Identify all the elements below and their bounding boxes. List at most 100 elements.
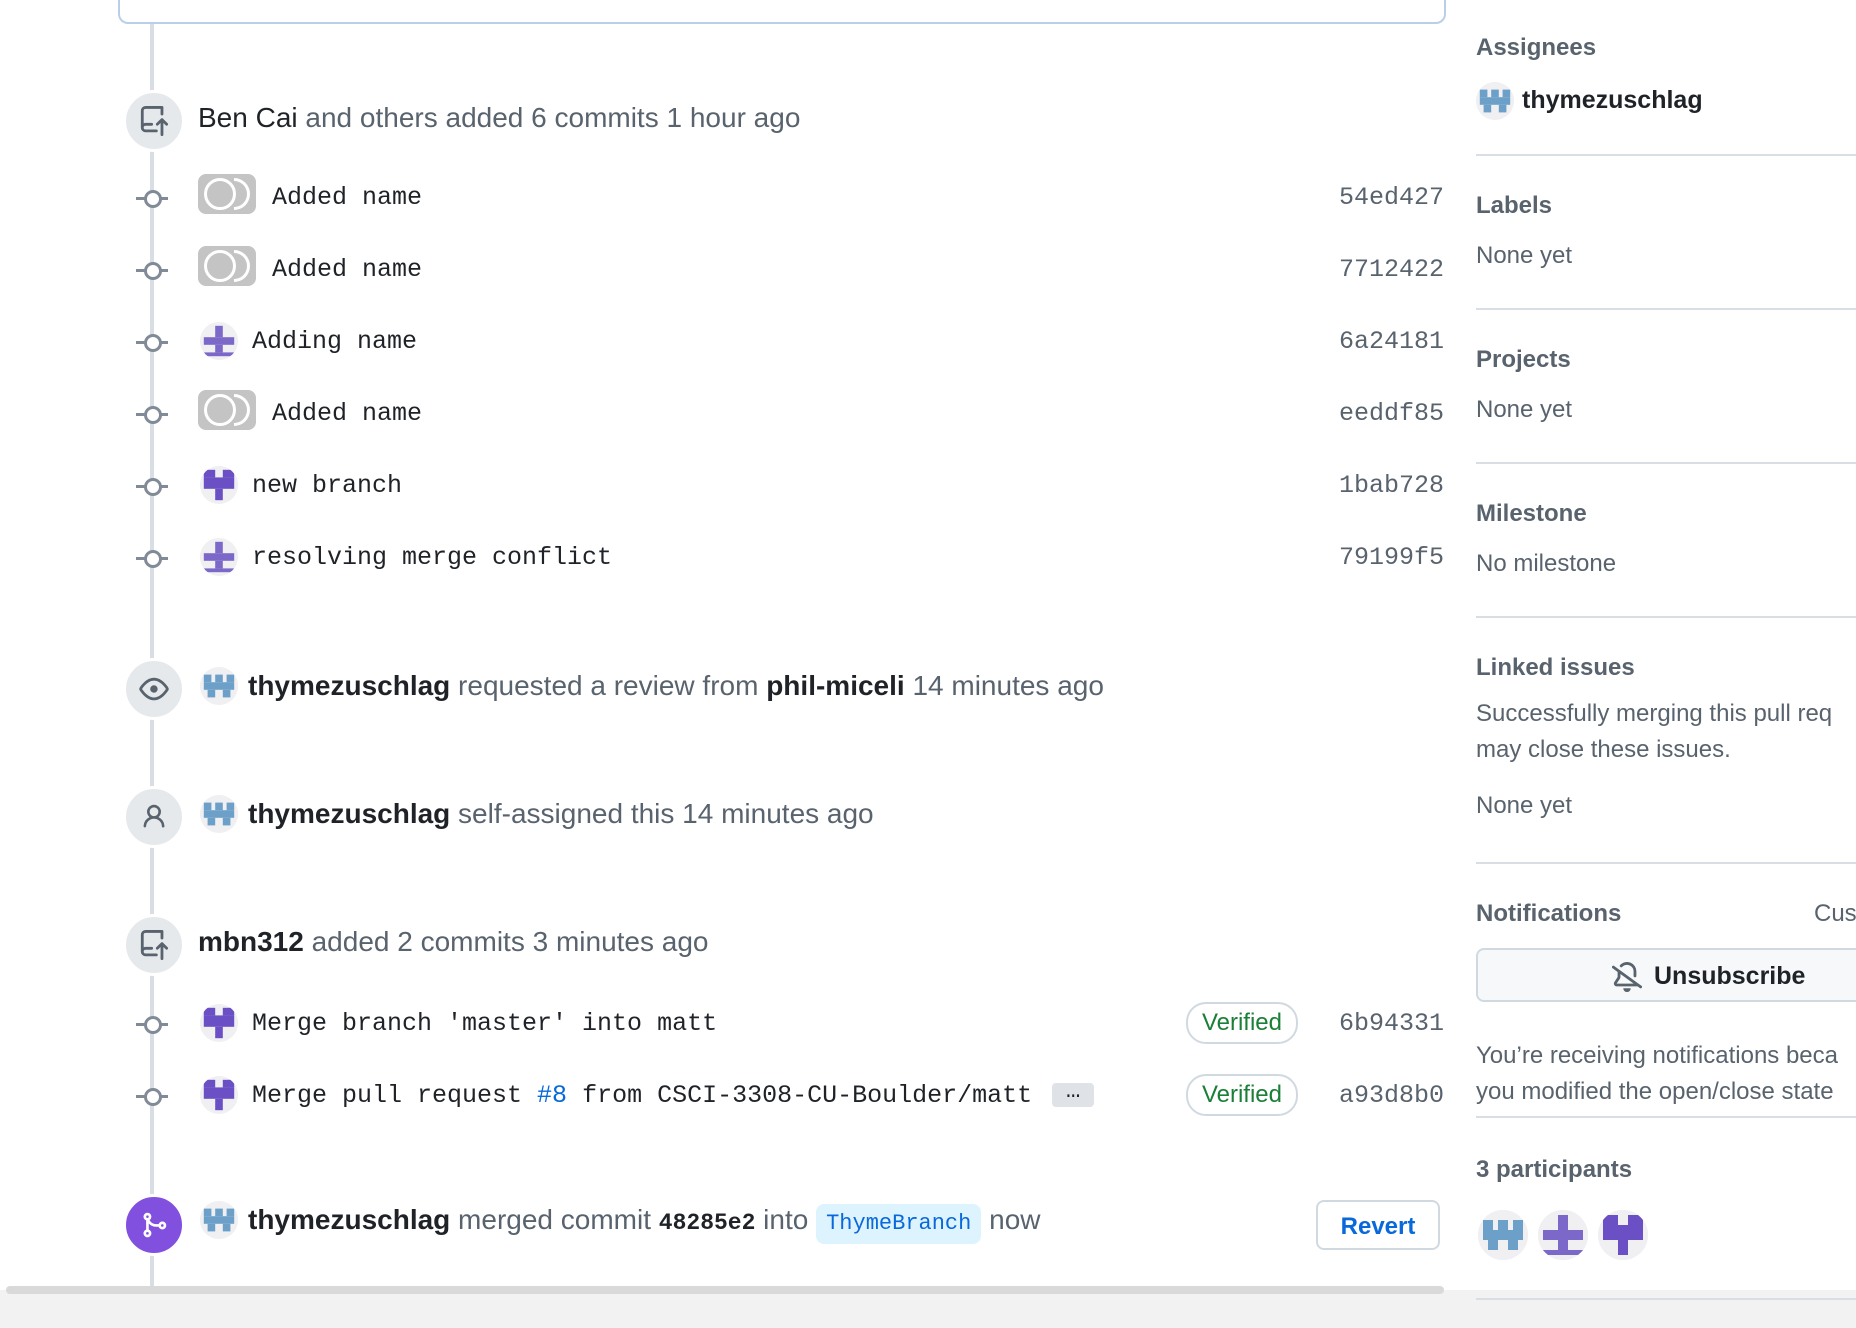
avatar[interactable]	[1476, 82, 1514, 120]
commit-node-icon	[136, 260, 168, 280]
event-description: Ben Cai and others added 6 commits 1 hou…	[198, 98, 800, 138]
sidebar: Assignees thymezuschlag Labels None yet …	[1476, 0, 1856, 1300]
event-description: mbn312 added 2 commits 3 minutes ago	[198, 922, 709, 962]
notifications-section: Notifications Cus Unsubscribe You’re rec…	[1476, 862, 1856, 1118]
commit-row: Merge branch 'master' into matt Verified…	[0, 1002, 1444, 1044]
repo-push-icon	[123, 90, 185, 152]
branch-label[interactable]: ThymeBranch	[816, 1204, 982, 1244]
avatar[interactable]	[200, 1004, 238, 1042]
commits-count: 6 commits	[531, 102, 659, 133]
participant-avatar[interactable]	[1538, 1210, 1588, 1260]
commit-message[interactable]: Added name	[272, 252, 422, 288]
commit-sha[interactable]: 1bab728	[1339, 468, 1444, 504]
commit-sha[interactable]: 6a24181	[1339, 324, 1444, 360]
avatar[interactable]	[200, 322, 238, 360]
verified-badge[interactable]: Verified	[1185, 1002, 1298, 1044]
actor-link[interactable]: mbn312	[198, 926, 304, 957]
commit-sha[interactable]: 7712422	[1339, 252, 1444, 288]
assignee-link[interactable]: thymezuschlag	[1522, 86, 1703, 115]
avatar[interactable]	[200, 538, 238, 576]
expand-commit-button[interactable]: …	[1052, 1080, 1095, 1108]
event-text: into	[755, 1204, 817, 1235]
event-text: requested a review from	[450, 670, 767, 701]
commit-sha[interactable]: 6b94331	[1339, 1006, 1444, 1042]
linked-issues-heading[interactable]: Linked issues	[1476, 654, 1635, 682]
event-description: thymezuschlag merged commit 48285e2 into…	[248, 1200, 1041, 1244]
event-time[interactable]: 14 minutes ago	[905, 670, 1103, 701]
projects-value: None yet	[1476, 396, 1573, 423]
projects-heading[interactable]: Projects	[1476, 346, 1571, 374]
event-time[interactable]: 14 minutes ago	[682, 798, 873, 829]
milestone-heading[interactable]: Milestone	[1476, 500, 1587, 528]
avatar[interactable]	[200, 667, 238, 705]
verified-badge[interactable]: Verified	[1185, 1074, 1298, 1116]
customize-link[interactable]: Cus	[1814, 896, 1856, 932]
revert-button[interactable]: Revert	[1316, 1200, 1440, 1250]
event-text: and others added	[297, 102, 532, 133]
event-text: self-assigned this	[450, 798, 683, 829]
commit-message[interactable]: Adding name	[252, 324, 417, 360]
commit-row: Added name 7712422	[0, 246, 1444, 290]
avatar[interactable]	[198, 246, 256, 286]
milestone-value: No milestone	[1476, 550, 1617, 577]
labels-value: None yet	[1476, 242, 1573, 269]
commit-sha[interactable]: a93d8b0	[1339, 1078, 1444, 1114]
event-description: thymezuschlag self-assigned this 14 minu…	[248, 794, 874, 834]
avatar[interactable]	[200, 1201, 238, 1239]
assignees-section: Assignees thymezuschlag	[1476, 0, 1856, 156]
git-merge-icon	[123, 1194, 185, 1256]
commit-message[interactable]: resolving merge conflict	[252, 540, 612, 576]
commit-node-icon	[136, 1086, 168, 1106]
commit-row: Added name 54ed427	[0, 174, 1444, 218]
labels-heading[interactable]: Labels	[1476, 192, 1552, 220]
actor-link[interactable]: thymezuschlag	[248, 1204, 450, 1235]
commit-message[interactable]: Merge branch 'master' into matt	[252, 1006, 717, 1042]
commit-row: Added name eeddf85	[0, 390, 1444, 434]
merged-commit-link[interactable]: 48285e2	[659, 1210, 756, 1236]
event-time[interactable]: now	[981, 1204, 1040, 1235]
commit-message[interactable]: Merge pull request #8 from CSCI-3308-CU-…	[252, 1078, 1095, 1114]
avatar[interactable]	[198, 390, 256, 430]
avatar[interactable]	[200, 795, 238, 833]
avatar[interactable]	[200, 1076, 238, 1114]
avatar[interactable]	[200, 466, 238, 504]
notification-reason: you modified the open/close state	[1476, 1078, 1834, 1105]
person-icon	[123, 786, 185, 848]
commit-node-icon	[136, 548, 168, 568]
notifications-heading: Notifications	[1476, 900, 1622, 927]
actor-link[interactable]: thymezuschlag	[248, 670, 450, 701]
commit-message[interactable]: Added name	[272, 396, 422, 432]
event-description: thymezuschlag requested a review from ph…	[248, 666, 1104, 706]
commit-node-icon	[136, 332, 168, 352]
actor-link[interactable]: Ben Cai	[198, 102, 298, 133]
notification-reason: You’re receiving notifications beca	[1476, 1042, 1839, 1069]
participant-avatar[interactable]	[1598, 1210, 1648, 1260]
reviewer-link[interactable]: phil-miceli	[766, 670, 904, 701]
milestone-section: Milestone No milestone	[1476, 462, 1856, 618]
commit-sha[interactable]: 79199f5	[1339, 540, 1444, 576]
issue-link[interactable]: #8	[537, 1081, 567, 1110]
commit-node-icon	[136, 188, 168, 208]
avatar[interactable]	[198, 174, 256, 214]
actor-link[interactable]: thymezuschlag	[248, 798, 450, 829]
commit-node-icon	[136, 404, 168, 424]
event-time[interactable]: 1 hour ago	[659, 102, 800, 133]
event-time[interactable]: 3 minutes ago	[525, 926, 709, 957]
comment-box-bottom	[118, 0, 1446, 24]
bell-slash-icon	[1611, 961, 1643, 997]
labels-section: Labels None yet	[1476, 154, 1856, 310]
commit-row: Adding name 6a24181	[0, 322, 1444, 362]
linked-issues-description: Successfully merging this pull req	[1476, 700, 1833, 727]
assignees-heading[interactable]: Assignees	[1476, 34, 1596, 62]
linked-issues-value: None yet	[1476, 792, 1573, 819]
commit-message[interactable]: new branch	[252, 468, 402, 504]
scrollbar-thumb[interactable]	[6, 1286, 1444, 1294]
participant-avatar[interactable]	[1478, 1210, 1528, 1260]
commit-sha[interactable]: 54ed427	[1339, 180, 1444, 216]
unsubscribe-button[interactable]: Unsubscribe	[1476, 948, 1856, 1002]
commit-message-suffix[interactable]: from CSCI-3308-CU-Boulder/matt	[567, 1081, 1032, 1110]
commit-node-icon	[136, 1014, 168, 1034]
commit-sha[interactable]: eeddf85	[1339, 396, 1444, 432]
commit-message-prefix[interactable]: Merge pull request	[252, 1081, 537, 1110]
commit-message[interactable]: Added name	[272, 180, 422, 216]
